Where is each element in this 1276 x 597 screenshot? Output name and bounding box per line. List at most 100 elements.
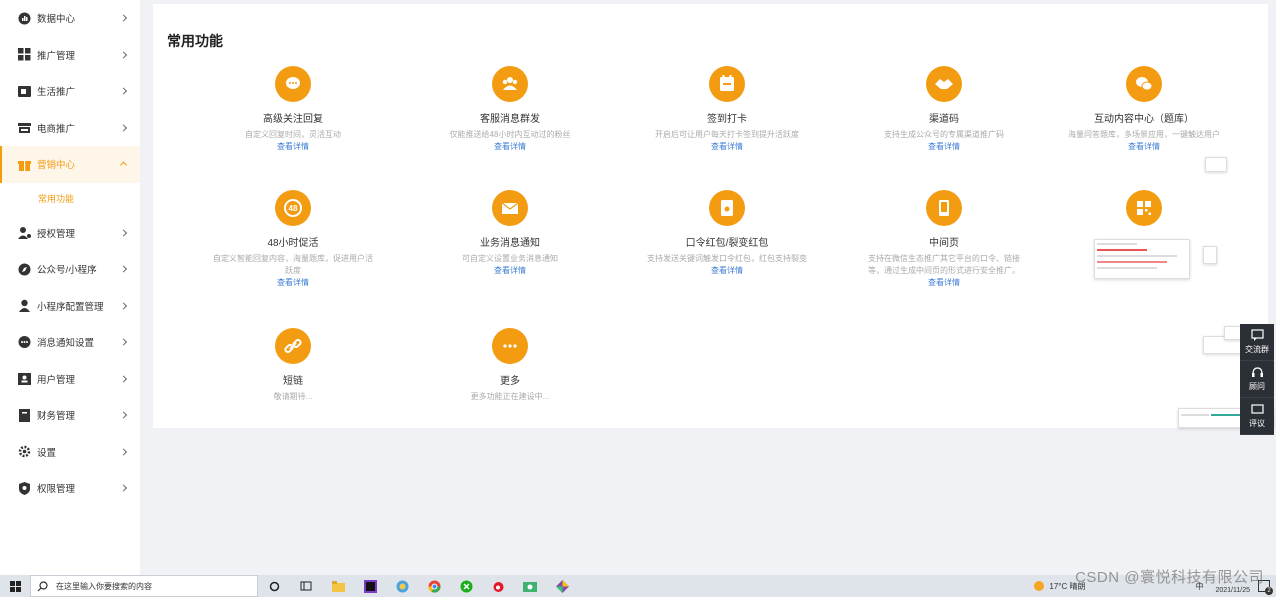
sidebar-item[interactable]: 财务管理 bbox=[0, 397, 140, 434]
sidebar-item-label: 数据中心 bbox=[37, 14, 76, 26]
sidebar-item-label: 财务管理 bbox=[37, 411, 76, 423]
feature-detail-link[interactable]: 查看详情 bbox=[849, 141, 1039, 153]
sidebar-item[interactable]: 公众号/小程序 bbox=[0, 251, 140, 288]
feature-detail-link[interactable]: 查看详情 bbox=[198, 277, 388, 289]
feature-detail-link[interactable]: 查看详情 bbox=[415, 141, 605, 153]
feature-detail-link[interactable]: 查看详情 bbox=[198, 141, 388, 153]
sidebar-item[interactable]: 生活推广 bbox=[0, 73, 140, 110]
feature-icon-circle[interactable] bbox=[275, 66, 311, 102]
start-button[interactable] bbox=[0, 575, 30, 597]
feature-card[interactable]: 渠道码 支持生成公众号的专属渠道推广码 查看详情 bbox=[849, 66, 1039, 153]
sidebar: 数据中心 推广管理 生活推广 电商推广 营销中心 常用功能 授权管理 公众号/小… bbox=[0, 0, 140, 575]
feature-icon-circle[interactable]: 48 bbox=[275, 190, 311, 226]
chevron-icon bbox=[119, 87, 128, 95]
sidebar-item[interactable]: 设置 bbox=[0, 434, 140, 471]
feature-card[interactable] bbox=[1049, 190, 1239, 234]
feature-card[interactable]: 中间页 支持在微信生态推广其它平台的口令、链接等，通过生成中间页的形式进行安全推… bbox=[849, 190, 1039, 289]
group-icon bbox=[502, 77, 518, 90]
comment-icon bbox=[1250, 404, 1264, 414]
chevron-icon bbox=[119, 338, 128, 346]
file-explorer-icon[interactable] bbox=[322, 575, 354, 597]
chevron-icon bbox=[119, 302, 128, 310]
link-icon bbox=[284, 338, 302, 354]
feature-card[interactable]: 48 48小时促活 自定义智能回复内容，海量题库，促进用户活跃度 查看详情 bbox=[198, 190, 388, 289]
sidebar-item-label: 用户管理 bbox=[37, 374, 76, 386]
feature-desc: 海量问答题库，多场景应用，一键触达用户 bbox=[1068, 130, 1220, 139]
sidebar-item[interactable]: 电商推广 bbox=[0, 110, 140, 147]
feature-desc: 自定义智能回复内容，海量题库，促进用户活跃度 bbox=[213, 254, 373, 275]
dock-label: 评议 bbox=[1249, 419, 1265, 428]
sidebar-item[interactable]: 营销中心 bbox=[0, 146, 140, 183]
dock-button[interactable]: 交流群 bbox=[1240, 324, 1274, 361]
feature-desc: 支持发送关键词触发口令红包，红包支持裂变 bbox=[647, 254, 807, 263]
feature-card[interactable]: 口令红包/裂变红包 支持发送关键词触发口令红包，红包支持裂变 查看详情 bbox=[632, 190, 822, 277]
floating-thumbnail-small[interactable] bbox=[1203, 246, 1217, 264]
feature-icon-circle[interactable] bbox=[492, 66, 528, 102]
feature-desc: 支持在微信生态推广其它平台的口令、链接等，通过生成中间页的形式进行安全推广。 bbox=[868, 254, 1020, 275]
sidebar-item[interactable]: 权限管理 bbox=[0, 470, 140, 507]
feature-detail-link[interactable]: 查看详情 bbox=[632, 265, 822, 277]
feature-card[interactable]: 高级关注回复 自定义回复时间，灵活互动 查看详情 bbox=[198, 66, 388, 153]
weibo-icon[interactable] bbox=[482, 575, 514, 597]
red-swirl-icon bbox=[493, 581, 503, 592]
phpstorm-icon[interactable] bbox=[354, 575, 386, 597]
windows-icon bbox=[9, 580, 21, 592]
sidebar-subitem[interactable]: 常用功能 bbox=[0, 183, 140, 215]
chevron-icon bbox=[119, 229, 128, 237]
feature-icon-circle[interactable] bbox=[1126, 66, 1162, 102]
feature-detail-link[interactable]: 查看详情 bbox=[632, 141, 822, 153]
feature-card[interactable]: 更多 更多功能正在建设中... bbox=[415, 328, 605, 403]
sidebar-item[interactable]: 推广管理 bbox=[0, 37, 140, 74]
feature-card[interactable]: 客服消息群发 仅能推送给48小时内互动过的粉丝 查看详情 bbox=[415, 66, 605, 153]
feature-detail-link[interactable]: 查看详情 bbox=[1049, 141, 1239, 153]
svg-text:48: 48 bbox=[289, 204, 298, 213]
feature-title: 高级关注回复 bbox=[263, 114, 323, 125]
dock-button[interactable]: 顾问 bbox=[1240, 361, 1274, 398]
search-icon bbox=[37, 580, 48, 591]
feature-desc: 敬请期待... bbox=[273, 392, 313, 401]
taskview-icon[interactable] bbox=[290, 575, 322, 597]
floating-thumbnail[interactable] bbox=[1094, 239, 1190, 279]
swirl-icon bbox=[396, 580, 408, 592]
taskbar-search[interactable]: 在这里输入你要搜索的内容 bbox=[30, 575, 258, 597]
feature-detail-link[interactable]: 查看详情 bbox=[849, 277, 1039, 289]
diamond-app-icon[interactable] bbox=[546, 575, 578, 597]
sidebar-item[interactable]: 数据中心 bbox=[0, 0, 140, 37]
feature-icon-circle[interactable] bbox=[492, 190, 528, 226]
feature-detail-link[interactable]: 查看详情 bbox=[415, 265, 605, 277]
sidebar-item-label: 消息通知设置 bbox=[37, 338, 95, 350]
watermark: CSDN @寰悦科技有限公司 bbox=[1075, 569, 1264, 586]
user-icon bbox=[18, 299, 31, 313]
sidebar-item[interactable]: 小程序配置管理 bbox=[0, 288, 140, 325]
calendar-icon bbox=[18, 85, 31, 98]
feature-icon-circle[interactable] bbox=[492, 328, 528, 364]
handshake-icon bbox=[935, 79, 953, 89]
sidebar-item[interactable]: 消息通知设置 bbox=[0, 324, 140, 361]
sidebar-item[interactable]: 用户管理 bbox=[0, 361, 140, 398]
feature-icon-circle[interactable] bbox=[1126, 190, 1162, 226]
feature-icon-circle[interactable] bbox=[275, 328, 311, 364]
feature-desc: 自定义回复时间，灵活互动 bbox=[245, 130, 341, 139]
task-view-button[interactable] bbox=[258, 575, 290, 597]
feature-title: 更多 bbox=[500, 376, 520, 387]
feature-icon-circle[interactable] bbox=[709, 66, 745, 102]
feature-icon-circle[interactable] bbox=[926, 190, 962, 226]
sidebar-item[interactable]: 授权管理 bbox=[0, 215, 140, 252]
feature-card[interactable]: 短链 敬请期待... bbox=[198, 328, 388, 403]
wechat-dev-icon[interactable] bbox=[450, 575, 482, 597]
feature-card[interactable]: 互动内容中心（题库） 海量问答题库，多场景应用，一键触达用户 查看详情 bbox=[1049, 66, 1239, 153]
store-icon bbox=[18, 121, 31, 134]
feature-desc: 仅能推送给48小时内互动过的粉丝 bbox=[449, 130, 571, 139]
feature-icon-circle[interactable] bbox=[926, 66, 962, 102]
dock-button[interactable]: 评议 bbox=[1240, 398, 1274, 435]
chat-square-icon bbox=[1250, 329, 1264, 341]
chrome-icon[interactable] bbox=[418, 575, 450, 597]
app-icon-blue[interactable] bbox=[386, 575, 418, 597]
floating-thumbnail-small[interactable] bbox=[1205, 157, 1227, 172]
chevron-icon bbox=[119, 411, 128, 419]
feature-card[interactable]: 签到打卡 开启后可让用户每天打卡签到提升活跃度 查看详情 bbox=[632, 66, 822, 153]
feature-icon-circle[interactable] bbox=[709, 190, 745, 226]
feature-card[interactable]: 业务消息通知 可自定义设置业务消息通知 查看详情 bbox=[415, 190, 605, 277]
green-app-icon[interactable] bbox=[514, 575, 546, 597]
feature-title: 口令红包/裂变红包 bbox=[685, 238, 769, 249]
